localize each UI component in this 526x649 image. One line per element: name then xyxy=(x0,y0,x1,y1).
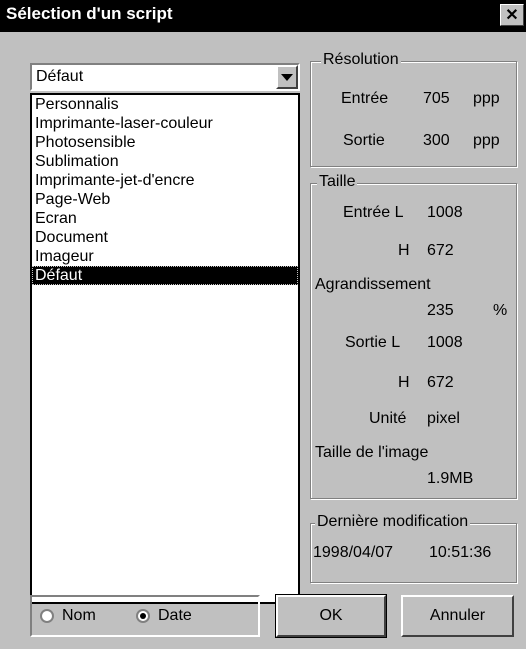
input-height-label: H xyxy=(398,242,410,259)
list-item[interactable]: Document xyxy=(32,228,298,247)
list-item[interactable]: Personnalis xyxy=(32,95,298,114)
radio-checked-icon xyxy=(136,609,150,623)
resolution-group: Résolution Entrée 705 ppp Sortie 300 ppp xyxy=(310,51,517,167)
sort-by-name-label: Nom xyxy=(62,607,96,624)
resolution-output-value: 300 xyxy=(423,132,450,149)
input-height-value: 672 xyxy=(427,242,454,259)
ok-button-label: OK xyxy=(319,607,343,624)
last-modified-date: 1998/04/07 xyxy=(313,544,394,561)
close-button[interactable]: ✕ xyxy=(500,4,524,26)
last-modified-legend: Dernière modification xyxy=(315,513,471,531)
last-modified-group: Dernière modification 1998/04/07 10:51:3… xyxy=(310,513,517,583)
list-item[interactable]: Photosensible xyxy=(32,133,298,152)
list-item[interactable]: Imprimante-jet-d'encre xyxy=(32,171,298,190)
output-height-label: H xyxy=(398,374,410,391)
title-bar: Sélection d'un script ✕ xyxy=(0,0,526,32)
zoom-label: Agrandissement xyxy=(315,276,431,293)
zoom-value: 235 xyxy=(427,302,454,319)
image-size-label: Taille de l'image xyxy=(315,444,429,461)
script-dropdown[interactable]: Défaut xyxy=(30,63,300,91)
list-item[interactable]: Page-Web xyxy=(32,190,298,209)
input-width-value: 1008 xyxy=(427,204,463,221)
list-item[interactable]: Imprimante-laser-couleur xyxy=(32,114,298,133)
list-item[interactable]: Sublimation xyxy=(32,152,298,171)
resolution-input-label: Entrée xyxy=(341,90,389,107)
output-width-label: Sortie L xyxy=(345,334,401,351)
script-list[interactable]: Personnalis Imprimante-laser-couleur Photo… xyxy=(30,93,300,604)
list-item[interactable]: Défaut xyxy=(32,266,298,285)
radio-unchecked-icon xyxy=(40,609,54,623)
resolution-output-label: Sortie xyxy=(343,132,385,149)
list-item[interactable]: Imageur xyxy=(32,247,298,266)
sort-by-date-label: Date xyxy=(158,607,192,624)
list-item[interactable]: Ecran xyxy=(32,209,298,228)
image-size-value: 1.9MB xyxy=(427,470,474,487)
output-width-value: 1008 xyxy=(427,334,463,351)
zoom-unit: % xyxy=(493,302,508,319)
resolution-input-value: 705 xyxy=(423,90,450,107)
resolution-output-unit: ppp xyxy=(473,132,500,149)
input-width-label: Entrée L xyxy=(343,204,404,221)
resolution-legend: Résolution xyxy=(321,51,401,69)
dropdown-arrow-button[interactable] xyxy=(276,65,298,89)
cancel-button[interactable]: Annuler xyxy=(401,595,514,637)
unit-value: pixel xyxy=(427,410,460,427)
close-icon: ✕ xyxy=(505,7,519,24)
last-modified-time: 10:51:36 xyxy=(429,544,492,561)
cancel-button-label: Annuler xyxy=(429,607,486,624)
dialog-title: Sélection d'un script xyxy=(6,4,173,23)
script-dropdown-value: Défaut xyxy=(36,68,84,85)
sort-options: Nom Date xyxy=(30,595,260,637)
unit-label: Unité xyxy=(369,410,407,427)
output-height-value: 672 xyxy=(427,374,454,391)
sort-by-name-radio[interactable]: Nom xyxy=(40,607,96,625)
size-group: Taille Entrée L 1008 H 672 Agrandissemen… xyxy=(310,173,517,499)
chevron-down-icon xyxy=(281,73,293,81)
script-selection-dialog: Sélection d'un script ✕ Défaut Personnal… xyxy=(0,0,526,649)
ok-button[interactable]: OK xyxy=(275,594,387,638)
resolution-input-unit: ppp xyxy=(473,90,500,107)
size-legend: Taille xyxy=(317,173,358,191)
sort-by-date-radio[interactable]: Date xyxy=(136,607,192,625)
